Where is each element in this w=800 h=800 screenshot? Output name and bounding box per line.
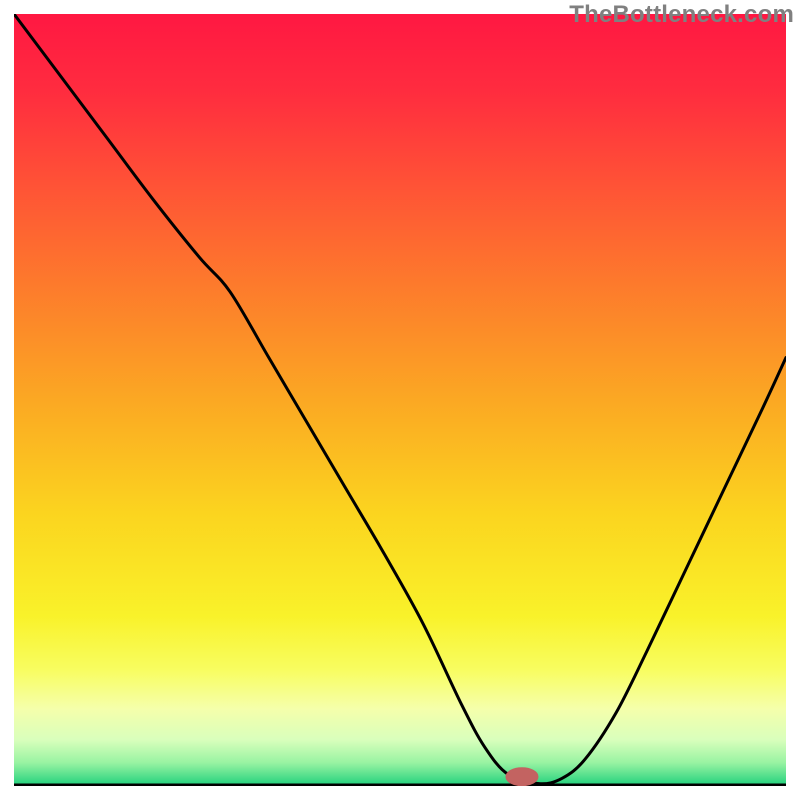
minimum-marker xyxy=(506,768,538,786)
chart-stage: TheBottleneck.com xyxy=(0,0,800,800)
bottleneck-plot xyxy=(0,0,800,800)
gradient-background xyxy=(14,14,786,786)
plot-clip-group xyxy=(14,14,786,786)
watermark-label: TheBottleneck.com xyxy=(569,1,794,29)
